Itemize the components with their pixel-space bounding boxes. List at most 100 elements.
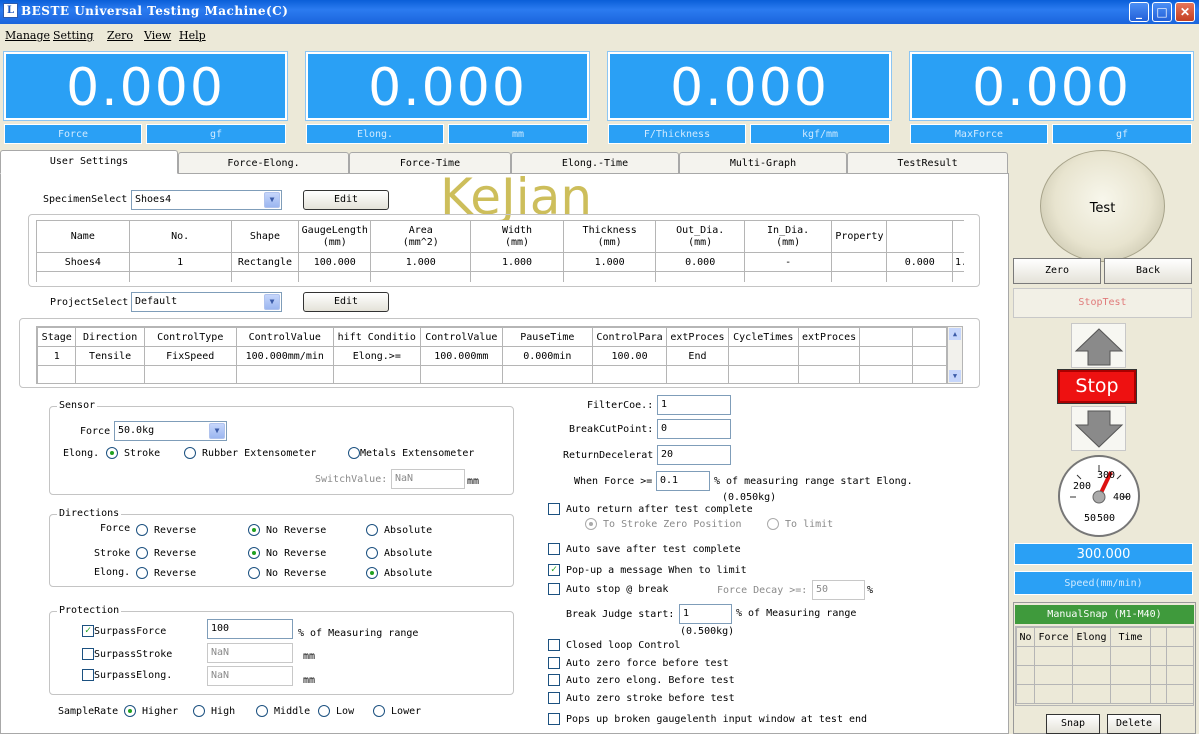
- zero-button[interactable]: Zero: [1013, 258, 1101, 284]
- table-cell[interactable]: [859, 346, 914, 366]
- table-cell[interactable]: [727, 346, 799, 366]
- break-judge-input[interactable]: 1: [679, 604, 732, 624]
- radio-stroke[interactable]: Stroke: [106, 447, 160, 459]
- table-cell[interactable]: 0.000: [655, 252, 745, 272]
- menu-manage[interactable]: Manage: [5, 29, 50, 42]
- table-cell[interactable]: 100.000: [298, 252, 372, 272]
- tab-user-settings[interactable]: User Settings: [0, 150, 178, 174]
- surpass-force-input[interactable]: 100: [207, 619, 293, 639]
- checkbox-auto-zero-stroke[interactable]: Auto zero stroke before test: [548, 692, 735, 704]
- force-decay-input[interactable]: 50: [812, 580, 865, 600]
- radio-elong-no-reverse[interactable]: No Reverse: [248, 567, 326, 579]
- breakcut-input[interactable]: 0: [657, 419, 731, 439]
- radio-high[interactable]: High: [193, 705, 235, 717]
- sensor-force-select[interactable]: 50.0kg ▼: [114, 421, 227, 441]
- table-cell[interactable]: FixSpeed: [143, 346, 237, 366]
- table-cell[interactable]: End: [666, 346, 729, 366]
- table-cell[interactable]: 0.000: [886, 252, 954, 272]
- radio-stroke-reverse[interactable]: Reverse: [136, 547, 196, 559]
- tab-force-elong[interactable]: Force-Elong.: [178, 152, 349, 174]
- tab-multi-graph[interactable]: Multi-Graph: [679, 152, 847, 174]
- close-button[interactable]: ✕: [1175, 2, 1195, 22]
- radio-stroke-absolute[interactable]: Absolute: [366, 547, 432, 559]
- project-scrollbar[interactable]: ▲ ▼: [947, 326, 963, 384]
- tab-test-result[interactable]: TestResult: [847, 152, 1008, 174]
- filter-input[interactable]: 1: [657, 395, 731, 415]
- menu-setting[interactable]: Setting: [53, 29, 94, 42]
- specimen-select[interactable]: Shoes4 ▼: [131, 190, 282, 210]
- minimize-button[interactable]: _: [1129, 2, 1149, 22]
- down-button[interactable]: [1071, 406, 1126, 451]
- up-button[interactable]: [1071, 323, 1126, 368]
- test-button[interactable]: Test: [1040, 150, 1165, 262]
- table-cell[interactable]: Rectangle: [230, 252, 300, 272]
- table-cell[interactable]: [912, 346, 946, 366]
- table-cell[interactable]: 100.00: [591, 346, 668, 366]
- return-decel-input[interactable]: 20: [657, 445, 731, 465]
- checkbox-auto-save[interactable]: Auto save after test complete: [548, 543, 741, 555]
- project-edit-button[interactable]: Edit: [303, 292, 389, 312]
- radio-higher[interactable]: Higher: [124, 705, 178, 717]
- radio-stroke-no-reverse[interactable]: No Reverse: [248, 547, 326, 559]
- radio-to-stroke-zero[interactable]: To Stroke Zero Position: [585, 518, 742, 530]
- stop-button[interactable]: Stop: [1057, 369, 1137, 404]
- delete-button[interactable]: Delete: [1107, 714, 1161, 734]
- project-select[interactable]: Default ▼: [131, 292, 282, 312]
- radio-to-limit[interactable]: To limit: [767, 518, 833, 530]
- table-cell[interactable]: 100.000mm: [419, 346, 503, 366]
- scroll-down-icon[interactable]: ▼: [949, 370, 961, 382]
- checkbox-auto-zero-elong[interactable]: Auto zero elong. Before test: [548, 674, 735, 686]
- table-cell[interactable]: 1.000: [370, 252, 472, 272]
- radio-rubber-extensometer[interactable]: Rubber Extensometer: [184, 447, 316, 459]
- table-cell[interactable]: 0.000min: [501, 346, 593, 366]
- radio-metals-extensometer[interactable]: Metals Extensometer: [348, 447, 474, 459]
- checkbox-closed-loop[interactable]: Closed loop Control: [548, 639, 680, 651]
- checkbox-surpass-elong[interactable]: SurpassElong.: [82, 669, 172, 681]
- stop-test-button[interactable]: StopTest: [1013, 288, 1192, 318]
- checkbox-popup-gaugelength[interactable]: Pops up broken gaugelenth input window a…: [548, 713, 867, 725]
- speed-value[interactable]: 300.000: [1014, 543, 1193, 565]
- snap-button[interactable]: Snap: [1046, 714, 1100, 734]
- force-unit[interactable]: gf: [146, 124, 286, 144]
- table-cell[interactable]: 1.000: [562, 252, 657, 272]
- radio-force-absolute[interactable]: Absolute: [366, 524, 432, 536]
- menu-view[interactable]: View: [144, 29, 171, 42]
- scroll-up-icon[interactable]: ▲: [949, 328, 961, 340]
- table-cell[interactable]: 1.(: [952, 252, 964, 272]
- table-cell[interactable]: 1.000: [470, 252, 564, 272]
- surpass-elong-input[interactable]: NaN: [207, 666, 293, 686]
- table-cell[interactable]: Elong.>=: [332, 346, 421, 366]
- radio-low[interactable]: Low: [318, 705, 354, 717]
- table-cell[interactable]: 100.000mm/min: [235, 346, 334, 366]
- maxforce-unit[interactable]: gf: [1052, 124, 1192, 144]
- switch-value-input[interactable]: NaN: [391, 469, 465, 489]
- surpass-stroke-input[interactable]: NaN: [207, 643, 293, 663]
- table-cell[interactable]: [831, 252, 888, 272]
- checkbox-auto-return[interactable]: Auto return after test complete: [548, 503, 753, 515]
- specimen-edit-button[interactable]: Edit: [303, 190, 389, 210]
- table-cell[interactable]: Tensile: [75, 346, 145, 366]
- table-row[interactable]: 1 Tensile FixSpeed 100.000mm/min Elong.>…: [37, 346, 946, 366]
- radio-elong-absolute[interactable]: Absolute: [366, 567, 432, 579]
- elong-unit[interactable]: mm: [448, 124, 588, 144]
- table-cell[interactable]: Shoes4: [36, 252, 130, 272]
- table-cell[interactable]: 1: [128, 252, 232, 272]
- radio-lower[interactable]: Lower: [373, 705, 421, 717]
- checkbox-surpass-force[interactable]: ✓ SurpassForce: [82, 625, 166, 637]
- radio-force-no-reverse[interactable]: No Reverse: [248, 524, 326, 536]
- checkbox-popup-limit[interactable]: ✓ Pop-up a message When to limit: [548, 564, 747, 576]
- radio-elong-reverse[interactable]: Reverse: [136, 567, 196, 579]
- fthickness-unit[interactable]: kgf/mm: [750, 124, 890, 144]
- menu-help[interactable]: Help: [179, 29, 206, 42]
- back-button[interactable]: Back: [1104, 258, 1192, 284]
- menu-zero[interactable]: Zero: [107, 29, 133, 42]
- table-cell[interactable]: [797, 346, 861, 366]
- table-row[interactable]: Shoes4 1 Rectangle 100.000 1.000 1.000 1…: [36, 252, 964, 272]
- when-force-input[interactable]: 0.1: [656, 471, 710, 491]
- checkbox-auto-zero-force[interactable]: Auto zero force before test: [548, 657, 729, 669]
- table-cell[interactable]: -: [743, 252, 833, 272]
- speed-dial[interactable]: 200 300 400 50 500: [1058, 455, 1140, 537]
- radio-force-reverse[interactable]: Reverse: [136, 524, 196, 536]
- maximize-button[interactable]: □: [1152, 2, 1172, 22]
- radio-middle[interactable]: Middle: [256, 705, 310, 717]
